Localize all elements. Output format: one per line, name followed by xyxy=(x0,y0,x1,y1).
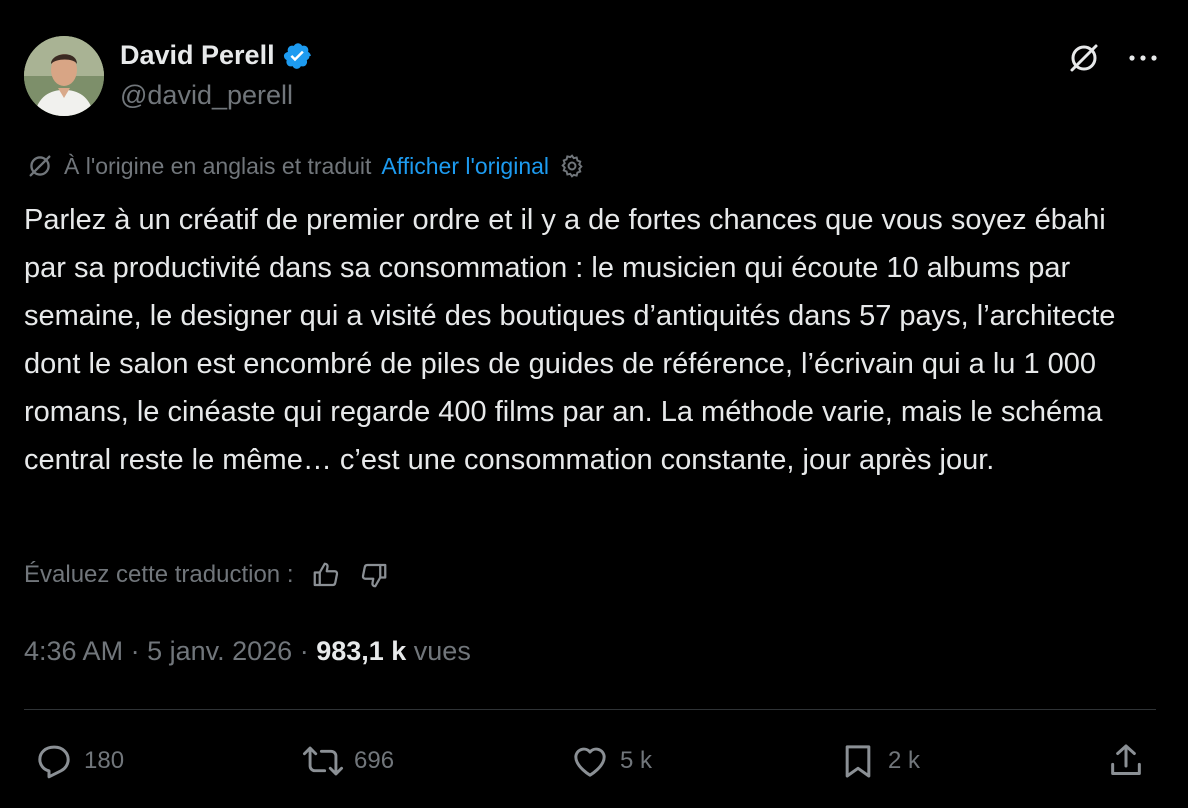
views-count: 983,1 k xyxy=(316,636,407,666)
rate-translation-label: Évaluez cette traduction : xyxy=(24,561,294,588)
like-count: 5 k xyxy=(620,747,653,774)
like-icon xyxy=(570,741,610,781)
author-name[interactable]: David Perell xyxy=(120,40,275,71)
author-handle[interactable]: @david_perell xyxy=(120,80,293,111)
tweet-text: Parlez à un créatif de premier ordre et … xyxy=(24,204,1116,476)
rate-translation: Évaluez cette traduction : xyxy=(24,560,389,590)
verified-badge-icon xyxy=(283,41,313,71)
reply-icon xyxy=(34,741,74,781)
avatar[interactable] xyxy=(24,36,104,116)
tweet-time[interactable]: 4:36 AM xyxy=(24,636,123,667)
show-original-link[interactable]: Afficher l'original xyxy=(381,153,549,180)
tweet-meta: 4:36 AM · 5 janv. 2026 · 983,1 k vues xyxy=(24,636,471,667)
repost-count: 696 xyxy=(354,747,395,774)
views-label: vues xyxy=(406,636,471,666)
more-icon[interactable] xyxy=(1128,53,1158,63)
thumbs-up-icon[interactable] xyxy=(311,560,341,590)
reply-button[interactable]: 180 xyxy=(34,736,124,786)
translation-notice-text: À l'origine en anglais et traduit xyxy=(64,152,372,179)
bookmark-button[interactable]: 2 k xyxy=(838,736,920,786)
divider xyxy=(24,709,1156,710)
meta-separator: · xyxy=(123,636,148,666)
reply-count: 180 xyxy=(84,747,125,774)
translation-notice: À l'origine en anglais et traduit Affich… xyxy=(26,152,585,180)
meta-separator: · xyxy=(292,636,317,666)
author-name-row: David Perell xyxy=(120,40,313,71)
share-icon xyxy=(1106,741,1146,781)
thumbs-down-icon[interactable] xyxy=(359,560,389,590)
translate-small-icon xyxy=(26,152,54,180)
repost-button[interactable]: 696 xyxy=(302,736,394,786)
like-button[interactable]: 5 k xyxy=(570,736,652,786)
tweet-date[interactable]: 5 janv. 2026 xyxy=(147,636,292,667)
repost-icon xyxy=(302,741,344,781)
translate-icon[interactable] xyxy=(1066,40,1102,76)
action-bar: 180 696 5 k 2 k xyxy=(34,736,1154,786)
settings-icon[interactable] xyxy=(559,153,585,179)
bookmark-icon xyxy=(838,741,878,781)
header-actions xyxy=(1066,40,1158,76)
share-button[interactable] xyxy=(1106,736,1146,786)
bookmark-count: 2 k xyxy=(888,747,921,774)
